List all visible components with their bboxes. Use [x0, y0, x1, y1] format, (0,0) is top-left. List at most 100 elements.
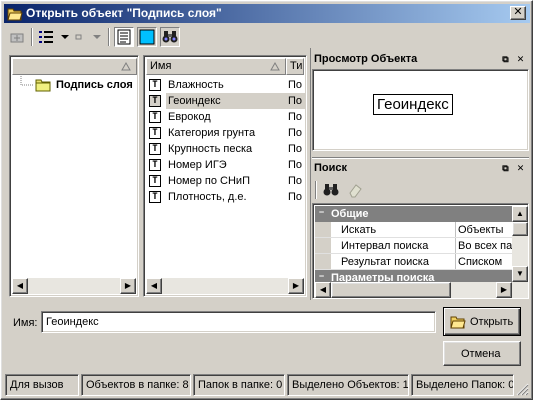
- list-item-name: Еврокод: [168, 111, 211, 123]
- grid-section-header[interactable]: − Общие: [315, 206, 512, 222]
- text-field-icon: T: [149, 127, 161, 139]
- list-item[interactable]: T Крупность песка По: [146, 141, 304, 157]
- grid-hscrollbar[interactable]: ◀ ▶: [315, 282, 528, 298]
- list-item[interactable]: T Плотность, д.е. По: [146, 189, 304, 205]
- tree-connector: [20, 76, 33, 86]
- grid-row-value[interactable]: Объекты: [458, 222, 512, 237]
- preview-canvas: Геоиндекс: [312, 69, 529, 151]
- close-button[interactable]: ✕: [510, 6, 526, 20]
- text-field-icon: T: [149, 159, 161, 171]
- grid-row-value[interactable]: Списком: [458, 254, 512, 269]
- tree-header[interactable]: [12, 58, 137, 75]
- chevron-down-icon: [93, 35, 101, 39]
- list-item-type: По: [288, 79, 303, 91]
- list-item-name: Плотность, д.е.: [168, 191, 247, 203]
- sort-up-icon: [121, 62, 131, 71]
- collapse-icon[interactable]: −: [317, 208, 326, 218]
- list-item-name: Крупность песка: [168, 143, 253, 155]
- grid-section-label: Общие: [331, 208, 369, 220]
- small-square-icon: [75, 34, 82, 40]
- cancel-button[interactable]: Отмена: [443, 341, 521, 366]
- name-label: Имя:: [13, 317, 38, 329]
- up-folder-button[interactable]: [8, 28, 26, 46]
- folder-tree[interactable]: Подпись слоя ◀ ▶: [9, 55, 139, 297]
- grid-row[interactable]: Результат поиска Списком: [315, 254, 512, 270]
- list-item[interactable]: T Геоиндекс По: [146, 93, 306, 109]
- tree-hscrollbar[interactable]: ◀ ▶: [12, 278, 136, 294]
- name-input[interactable]: Геоиндекс: [41, 311, 436, 333]
- status-hint: Для вызов: [5, 374, 79, 396]
- grid-row[interactable]: Интервал поиска Во всех па: [315, 238, 512, 254]
- grid-row[interactable]: Искать Объекты: [315, 222, 512, 238]
- text-field-icon: T: [149, 191, 161, 203]
- column-header-name[interactable]: Имя: [146, 58, 286, 75]
- list-item-type: По: [288, 191, 303, 203]
- list-item-name: Номер ИГЭ: [168, 159, 227, 171]
- list-item-type: По: [288, 143, 303, 155]
- status-objects-in-folder: Объектов в папке: 8: [81, 374, 191, 396]
- text-field-icon: T: [149, 95, 161, 107]
- cancel-button-label: Отмена: [461, 348, 501, 360]
- text-field-icon: T: [149, 111, 161, 123]
- tree-item-label: Подпись слоя: [56, 79, 133, 91]
- list-item-name: Геоиндекс: [168, 95, 221, 107]
- toolbar: [4, 26, 530, 48]
- disabled-dropdown[interactable]: [92, 32, 102, 42]
- sort-up-icon: [270, 62, 280, 71]
- list-hscrollbar[interactable]: ◀ ▶: [146, 278, 304, 294]
- chevron-down-icon: [61, 35, 69, 39]
- window-title: Открыть объект "Подпись слоя": [26, 6, 222, 20]
- open-button[interactable]: Открыть: [443, 307, 521, 336]
- list-item[interactable]: T Категория грунта По: [146, 125, 304, 141]
- list-item[interactable]: T Номер ИГЭ По: [146, 157, 304, 173]
- up-folder-icon: [10, 33, 24, 43]
- eraser-icon[interactable]: [346, 181, 364, 199]
- close-panel-icon[interactable]: ✕: [515, 54, 526, 65]
- grid-row-name: Интервал поиска: [341, 240, 429, 252]
- object-list[interactable]: Имя Ти T Влажность По T Геоиндекс По T Еврокод П…: [143, 55, 307, 297]
- title-bar[interactable]: Открыть объект "Подпись слоя": [4, 4, 530, 23]
- status-selected-objects: Выделено Объектов: 1: [287, 374, 409, 396]
- list-item-name: Категория грунта: [168, 127, 256, 139]
- open-object-dialog: Открыть объект "Подпись слоя" ✕ Подпись …: [0, 0, 533, 400]
- grid-vscrollbar[interactable]: ▲ ▼: [512, 206, 528, 282]
- list-item[interactable]: T Еврокод По: [146, 109, 304, 125]
- open-button-label: Открыть: [470, 316, 514, 328]
- list-item-name: Номер по СНиП: [168, 175, 250, 187]
- text-field-icon: T: [149, 175, 161, 187]
- search-toggle[interactable]: [160, 27, 180, 47]
- details-view-icon: [39, 31, 53, 43]
- preview-text: Геоиндекс: [373, 94, 453, 115]
- properties-toggle[interactable]: [114, 27, 134, 47]
- close-panel-icon[interactable]: ✕: [515, 163, 526, 174]
- column-header-type[interactable]: Ти: [286, 58, 304, 75]
- list-item-type: По: [288, 127, 303, 139]
- grid-row-name: Искать: [341, 224, 377, 236]
- float-panel-icon[interactable]: ⧉: [500, 163, 511, 174]
- folder-open-icon: [7, 8, 23, 21]
- list-item-type: По: [288, 175, 303, 187]
- tree-item[interactable]: Подпись слоя: [13, 76, 138, 94]
- status-selected-folders: Выделено Папок: 0: [411, 374, 514, 396]
- resize-grip-icon[interactable]: [516, 383, 529, 396]
- search-panel: Поиск ⧉ ✕ − Общие Искать Объекты Интервал по…: [312, 157, 530, 299]
- list-item[interactable]: T Влажность По: [146, 77, 304, 93]
- grid-row-value[interactable]: Во всех па: [458, 238, 512, 253]
- list-item-name: Влажность: [168, 79, 224, 91]
- binoculars-icon[interactable]: [322, 181, 340, 199]
- panel-splitter[interactable]: [307, 48, 311, 300]
- preview-toggle[interactable]: [137, 27, 157, 47]
- search-property-grid[interactable]: − Общие Искать Объекты Интервал поиска Во все…: [312, 203, 529, 299]
- list-item-type: По: [288, 95, 303, 107]
- list-item-type: По: [288, 159, 303, 171]
- list-item[interactable]: T Номер по СНиП По: [146, 173, 304, 189]
- view-mode-button[interactable]: [37, 28, 59, 46]
- collapse-icon[interactable]: −: [317, 272, 326, 282]
- text-field-icon: T: [149, 79, 161, 91]
- search-panel-title: Поиск: [314, 162, 348, 174]
- view-mode-dropdown[interactable]: [60, 32, 70, 42]
- float-panel-icon[interactable]: ⧉: [500, 54, 511, 65]
- status-folders-in-folder: Папок в папке: 0: [193, 374, 285, 396]
- preview-panel-title: Просмотр Объекта: [314, 53, 418, 65]
- small-icons-button[interactable]: [74, 32, 84, 42]
